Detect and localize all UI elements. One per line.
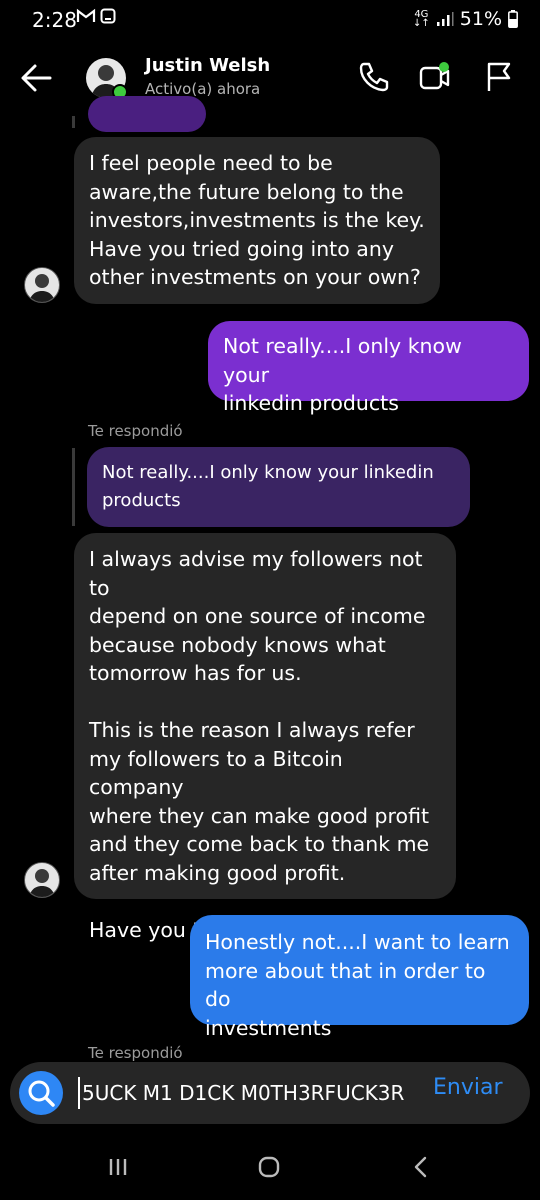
network-type: 4G ↓↑ [413, 9, 430, 29]
system-nav-bar [0, 1130, 540, 1200]
message-bubble-clipped [88, 96, 206, 132]
send-button[interactable]: Enviar [433, 1075, 503, 1100]
person-photo-icon [29, 869, 55, 897]
gmail-icon [76, 8, 96, 22]
message-bubble-received[interactable]: I feel people need to be aware,the futur… [74, 137, 440, 304]
status-time: 2:28 [32, 8, 77, 32]
battery-icon [508, 10, 518, 28]
home-icon[interactable] [254, 1152, 284, 1182]
contact-name[interactable]: Justin Welsh [145, 55, 270, 76]
signal-icon [436, 12, 454, 26]
reply-line [72, 448, 75, 526]
sender-avatar[interactable] [24, 267, 60, 303]
status-bar: 2:28 4G ↓↑ 51% [0, 0, 540, 40]
video-call-icon[interactable] [418, 60, 452, 94]
message-bubble-sent[interactable]: Honestly not....I want to learn more abo… [190, 915, 529, 1040]
search-button[interactable] [19, 1071, 63, 1115]
message-text: Honestly not....I want to learn more abo… [205, 930, 510, 1040]
message-text: Not really....I only know your linkedin … [223, 334, 462, 415]
message-input[interactable]: 5UCK M1 D1CK M0TH3RFUCK3R [78, 1077, 412, 1109]
back-arrow-icon[interactable] [18, 60, 58, 96]
person-photo-icon [29, 274, 55, 302]
message-composer: 5UCK M1 D1CK M0TH3RFUCK3R Enviar [10, 1062, 530, 1124]
message-text: I always advise my followers not to depe… [89, 547, 437, 942]
report-flag-icon[interactable] [482, 60, 516, 94]
phone-icon[interactable] [356, 60, 390, 94]
quoted-message[interactable]: Not really....I only know your linkedin … [87, 447, 470, 527]
message-bubble-sent[interactable]: Not really....I only know your linkedin … [208, 321, 529, 415]
battery-percent: 51% [459, 8, 502, 30]
message-bubble-received[interactable]: I always advise my followers not to depe… [74, 533, 456, 942]
status-right: 4G ↓↑ 51% [413, 8, 518, 30]
notification-icons [76, 8, 116, 24]
notification-box-icon [100, 8, 116, 24]
sender-avatar[interactable] [24, 862, 60, 898]
chat-header: Justin Welsh Activo(a) ahora [0, 40, 540, 116]
reply-label: Te respondió [88, 422, 183, 440]
back-nav-icon[interactable] [406, 1152, 436, 1182]
quoted-text: Not really....I only know your linkedin … [102, 462, 434, 511]
reply-label: Te respondió [88, 1044, 183, 1062]
message-text: I feel people need to be aware,the futur… [89, 151, 425, 289]
reply-line [72, 116, 75, 128]
recent-apps-icon[interactable] [103, 1152, 133, 1182]
search-icon [28, 1080, 55, 1107]
